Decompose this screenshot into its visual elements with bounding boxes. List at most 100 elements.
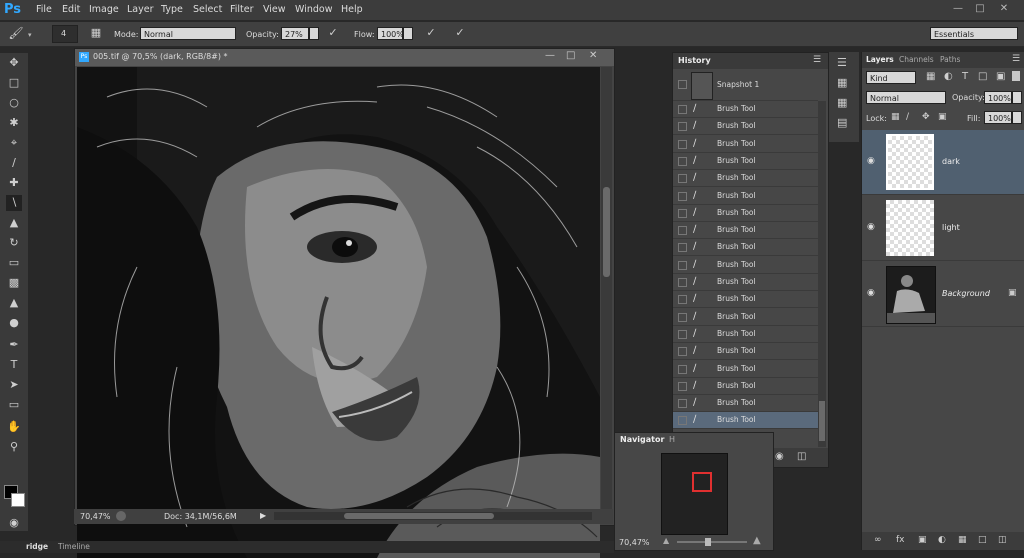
eraser-icon[interactable]: ▭ — [6, 255, 22, 271]
history-item[interactable]: ∕ Brush Tool — [673, 118, 818, 136]
close-icon[interactable]: ✕ — [996, 3, 1012, 15]
history-item-checkbox[interactable] — [678, 278, 687, 287]
healing-icon[interactable]: ✚ — [6, 175, 22, 191]
lock-icon[interactable]: ▣ — [1008, 288, 1017, 298]
quick-select-icon[interactable]: ✱ — [6, 115, 22, 131]
doc-minimize-icon[interactable]: — — [545, 50, 555, 61]
history-item-checkbox[interactable] — [678, 295, 687, 305]
history-item[interactable]: ∕ Brush Tool — [673, 136, 818, 153]
history-item-checkbox[interactable] — [678, 105, 687, 114]
hand-icon[interactable]: ✋ — [6, 419, 22, 435]
document-tab[interactable]: Ps 005.tif @ 70,5% (dark, RGB/8#) * — □ … — [75, 49, 614, 66]
menu-window[interactable]: Window — [295, 3, 332, 17]
mode-select[interactable]: Normal — [140, 27, 236, 40]
new-group-icon[interactable]: ▦ — [958, 535, 967, 545]
pixel-filter-icon[interactable]: ▦ — [926, 71, 935, 82]
doc-close-icon[interactable]: ✕ — [589, 50, 597, 61]
adjustment-layer-icon[interactable]: ◐ — [938, 535, 946, 545]
tab-mini-bridge[interactable]: ridge — [26, 542, 48, 551]
pressure-opacity-icon[interactable]: ✓ — [326, 26, 340, 39]
layer-name[interactable]: light — [942, 223, 960, 232]
filter-toggle[interactable] — [1012, 71, 1020, 81]
layer-row-dark[interactable]: ◉ dark — [862, 130, 1024, 195]
zoom-slider-handle[interactable] — [705, 538, 711, 546]
path-select-icon[interactable]: ➤ — [6, 377, 22, 393]
history-item-checkbox[interactable] — [678, 208, 687, 218]
history-item[interactable]: ∕ Brush Tool — [673, 309, 818, 326]
lock-image-icon[interactable]: ∕ — [906, 112, 909, 122]
history-item[interactable]: ∕ Brush Tool — [673, 343, 818, 361]
history-item-checkbox[interactable] — [678, 243, 687, 253]
tab-timeline[interactable]: Timeline — [58, 542, 90, 551]
zoom-in-icon[interactable]: ▲ — [753, 535, 761, 546]
layer-opacity-input[interactable]: 100% — [984, 91, 1012, 104]
history-item[interactable]: ∕ Brush Tool — [673, 188, 818, 205]
zoom-level[interactable]: 70,47% — [80, 512, 111, 521]
dodge-icon[interactable]: ● — [6, 315, 22, 331]
tab-paths[interactable]: Paths — [940, 55, 960, 64]
history-item-checkbox[interactable] — [678, 329, 687, 339]
history-item-checkbox[interactable] — [678, 399, 687, 409]
panel-menu-icon[interactable]: ☰ — [813, 55, 821, 65]
history-scrollbar[interactable] — [818, 101, 826, 447]
zoom-icon[interactable]: ⚲ — [6, 439, 22, 455]
layer-mask-icon[interactable]: ▣ — [918, 535, 927, 545]
layer-name[interactable]: dark — [942, 157, 960, 166]
pressure-size-icon[interactable]: ✓ — [452, 26, 468, 39]
navigator-zoom[interactable]: 70,47% — [619, 538, 650, 547]
history-item-checkbox[interactable] — [678, 364, 687, 374]
brush-panel-icon[interactable]: ▦ — [88, 26, 104, 39]
history-item[interactable]: ∕ Brush Tool — [673, 205, 818, 222]
history-item-checkbox[interactable] — [678, 174, 687, 184]
lock-position-icon[interactable]: ✥ — [922, 112, 930, 122]
layer-row-light[interactable]: ◉ light — [862, 196, 1024, 261]
status-icon[interactable] — [116, 511, 126, 521]
opacity-dropdown[interactable] — [309, 27, 319, 40]
properties-panel-icon[interactable]: ▦ — [837, 76, 847, 89]
maximize-icon[interactable]: □ — [972, 3, 988, 15]
navigator-tab2[interactable]: H — [669, 435, 675, 444]
minimize-icon[interactable]: — — [950, 3, 966, 15]
camera-icon[interactable]: ◉ — [775, 451, 784, 462]
eye-icon[interactable]: ◉ — [867, 156, 879, 166]
adjustment-filter-icon[interactable]: ◐ — [944, 71, 953, 82]
delete-layer-icon[interactable]: ◫ — [998, 535, 1007, 545]
menu-edit[interactable]: Edit — [62, 3, 80, 17]
history-item[interactable]: ∕ Brush Tool — [673, 153, 818, 170]
history-item[interactable]: ∕ Brush Tool — [673, 239, 818, 257]
history-item[interactable]: ∕ Brush Tool — [673, 257, 818, 274]
lock-transparent-icon[interactable]: ▦ — [891, 112, 900, 122]
background-color-swatch[interactable] — [11, 493, 25, 507]
lock-all-icon[interactable]: ▣ — [938, 112, 947, 122]
menu-file[interactable]: File — [36, 3, 52, 17]
brush-preset-picker[interactable]: 4 — [52, 25, 78, 43]
navigator-view-box[interactable] — [692, 472, 712, 492]
menu-image[interactable]: Image — [89, 3, 119, 17]
eye-icon[interactable]: ◉ — [867, 222, 879, 232]
history-item-checkbox[interactable] — [678, 226, 687, 236]
history-item[interactable]: ∕ Brush Tool — [673, 101, 818, 118]
quick-mask-icon[interactable]: ◉ — [6, 515, 22, 531]
link-layers-icon[interactable]: ∞ — [874, 535, 882, 545]
chevron-down-icon[interactable]: ▾ — [28, 31, 32, 39]
menu-filter[interactable]: Filter — [230, 3, 254, 17]
zoom-slider[interactable] — [677, 538, 747, 546]
snapshot-checkbox[interactable] — [678, 80, 687, 89]
shape-filter-icon[interactable]: □ — [978, 71, 987, 82]
blur-icon[interactable]: ▲ — [6, 295, 22, 311]
layer-name[interactable]: Background — [942, 289, 990, 298]
flow-dropdown[interactable] — [403, 27, 413, 40]
history-item-checkbox[interactable] — [678, 191, 687, 201]
brush-tool-icon[interactable]: ∖ — [6, 195, 22, 211]
flow-input[interactable]: 100% — [377, 27, 404, 40]
gradient-icon[interactable]: ▩ — [6, 275, 22, 291]
h-scroll-thumb[interactable] — [344, 513, 494, 519]
doc-maximize-icon[interactable]: □ — [566, 50, 575, 61]
workspace-select[interactable]: Essentials — [930, 27, 1018, 40]
eyedropper-icon[interactable]: ∕ — [6, 155, 22, 171]
shape-icon[interactable]: ▭ — [6, 397, 22, 413]
navigator-preview[interactable] — [661, 453, 728, 535]
marquee-icon[interactable]: □ — [6, 75, 22, 91]
type-icon[interactable]: T — [6, 357, 22, 373]
history-item-checkbox[interactable] — [678, 416, 687, 426]
